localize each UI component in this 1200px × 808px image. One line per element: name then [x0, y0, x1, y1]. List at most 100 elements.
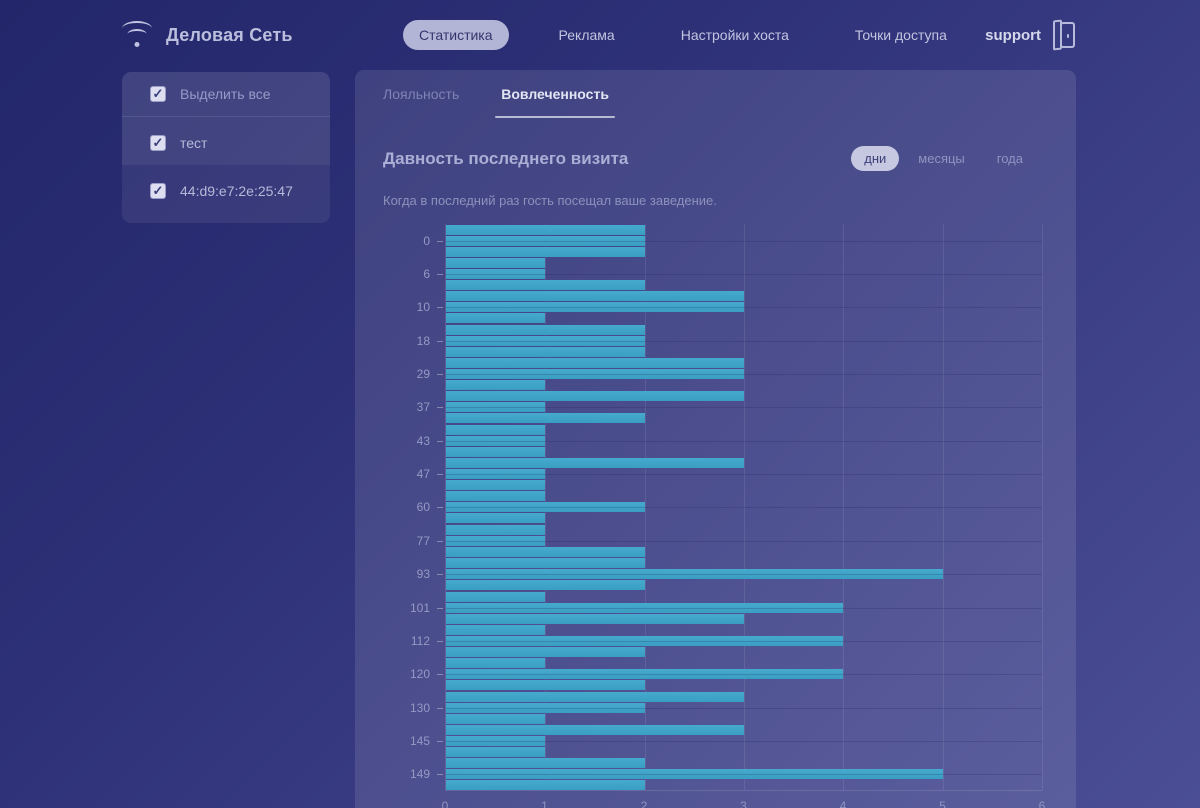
chart-horizontal-gridline [446, 341, 1042, 342]
chart-horizontal-gridline [446, 674, 1042, 675]
sidebar-item-select-all[interactable]: ✓ Выделить все [122, 72, 330, 117]
chart-bar [446, 347, 645, 357]
chart-horizontal-gridline [446, 708, 1042, 709]
y-axis-tick-label: 18 [388, 334, 430, 348]
y-axis-tick-label: 47 [388, 467, 430, 481]
chart-horizontal-gridline [446, 307, 1042, 308]
test-checkbox[interactable]: ✓ [150, 135, 166, 151]
access-point-sidebar: ✓ Выделить все ✓ тест ✓ 44:d9:e7:2e:25:4… [122, 72, 330, 223]
nav-item-statistics[interactable]: Статистика [403, 20, 509, 50]
chart-bar [446, 592, 545, 602]
y-axis-tick-label: 130 [388, 701, 430, 715]
y-axis-tick-mark [437, 608, 443, 609]
chart-bar [446, 313, 545, 323]
nav-item-access-points[interactable]: Точки доступа [839, 20, 963, 50]
chart-bar [446, 725, 744, 735]
y-axis-tick-mark [437, 441, 443, 442]
support-area[interactable]: support [985, 0, 1075, 70]
support-label[interactable]: support [985, 27, 1041, 44]
nav-item-ads[interactable]: Реклама [543, 20, 631, 50]
sidebar-top-section: ✓ Выделить все ✓ тест [122, 72, 330, 165]
mac-label: 44:d9:e7:2e:25:47 [180, 183, 293, 199]
chart-horizontal-gridline [446, 774, 1042, 775]
y-axis-tick-mark [437, 708, 443, 709]
chart-vertical-gridline [1042, 224, 1043, 790]
chart-category-row: 112 [446, 624, 1042, 657]
y-axis-tick-mark [437, 341, 443, 342]
chart-category-row: 77 [446, 524, 1042, 557]
chart-bar [446, 647, 645, 657]
chart-bar [446, 380, 545, 390]
chart-category-row: 0 [446, 224, 1042, 257]
chart-horizontal-gridline [446, 541, 1042, 542]
y-axis-tick-label: 93 [388, 567, 430, 581]
chart-bar [446, 658, 545, 668]
tab-engagement[interactable]: Вовлеченность [501, 70, 609, 118]
wifi-logo-icon [120, 21, 154, 49]
top-header: Деловая Сеть Статистика Реклама Настройк… [0, 0, 1200, 70]
chart-category-row: 101 [446, 591, 1042, 624]
chart-horizontal-gridline [446, 374, 1042, 375]
chart-bar [446, 291, 744, 301]
chart-horizontal-gridline [446, 241, 1042, 242]
toggle-days[interactable]: дни [851, 146, 899, 171]
y-axis-tick-label: 0 [388, 234, 430, 248]
chart-bar [446, 425, 545, 435]
y-axis-tick-mark [437, 474, 443, 475]
chart-bar [446, 614, 744, 624]
y-axis-tick-label: 77 [388, 534, 430, 548]
x-axis-tick-label: 5 [939, 799, 946, 808]
y-axis-tick-label: 29 [388, 367, 430, 381]
chart-bar [446, 780, 645, 790]
mac-checkbox[interactable]: ✓ [150, 183, 166, 199]
statistics-panel: Лояльность Вовлеченность Давность послед… [355, 70, 1076, 808]
y-axis-tick-label: 6 [388, 267, 430, 281]
y-axis-tick-label: 10 [388, 300, 430, 314]
chart-bar [446, 325, 645, 335]
toggle-months[interactable]: месяцы [905, 146, 978, 171]
chart-bar [446, 513, 545, 523]
chart-category-row: 43 [446, 424, 1042, 457]
y-axis-tick-mark [437, 241, 443, 242]
page-title: Давность последнего визита [383, 149, 628, 169]
chart-x-axis: 0123456 [445, 799, 1042, 808]
chart-bar [446, 558, 645, 568]
chart-bar [446, 758, 645, 768]
chart-bar [446, 547, 645, 557]
chart-horizontal-gridline [446, 407, 1042, 408]
chart-category-row: 37 [446, 391, 1042, 424]
y-axis-tick-label: 60 [388, 500, 430, 514]
y-axis-tick-mark [437, 574, 443, 575]
y-axis-tick-label: 43 [388, 434, 430, 448]
chart-bar [446, 747, 545, 757]
brand-name: Деловая Сеть [166, 25, 293, 46]
chart-horizontal-gridline [446, 507, 1042, 508]
y-axis-tick-label: 101 [388, 601, 430, 615]
sidebar-item-mac[interactable]: ✓ 44:d9:e7:2e:25:47 [122, 165, 330, 213]
chart-category-row: 145 [446, 724, 1042, 757]
chart-bar [446, 447, 545, 457]
chart-horizontal-gridline [446, 474, 1042, 475]
chart-bar [446, 358, 744, 368]
chart-bar [446, 225, 645, 235]
chart-category-row: 6 [446, 257, 1042, 290]
tab-loyalty[interactable]: Лояльность [383, 70, 459, 118]
y-axis-tick-label: 149 [388, 767, 430, 781]
chart-bar [446, 491, 545, 501]
y-axis-tick-mark [437, 307, 443, 308]
panel-tabs: Лояльность Вовлеченность [355, 70, 1076, 118]
toggle-years[interactable]: года [984, 146, 1036, 171]
chart-category-row: 93 [446, 558, 1042, 591]
x-axis-tick-label: 6 [1039, 799, 1046, 808]
y-axis-tick-label: 37 [388, 400, 430, 414]
chart-category-row: 149 [446, 758, 1042, 791]
select-all-checkbox[interactable]: ✓ [150, 86, 166, 102]
chart-bar [446, 625, 545, 635]
chart-category-row: 130 [446, 691, 1042, 724]
chart-plot-area: 06101829374347607793101112120130145149 [445, 224, 1042, 791]
sidebar-item-test[interactable]: ✓ тест [122, 117, 330, 165]
main-nav: Статистика Реклама Настройки хоста Точки… [403, 0, 963, 70]
chart-horizontal-gridline [446, 441, 1042, 442]
nav-item-host-settings[interactable]: Настройки хоста [665, 20, 805, 50]
logout-door-icon[interactable] [1053, 22, 1075, 48]
